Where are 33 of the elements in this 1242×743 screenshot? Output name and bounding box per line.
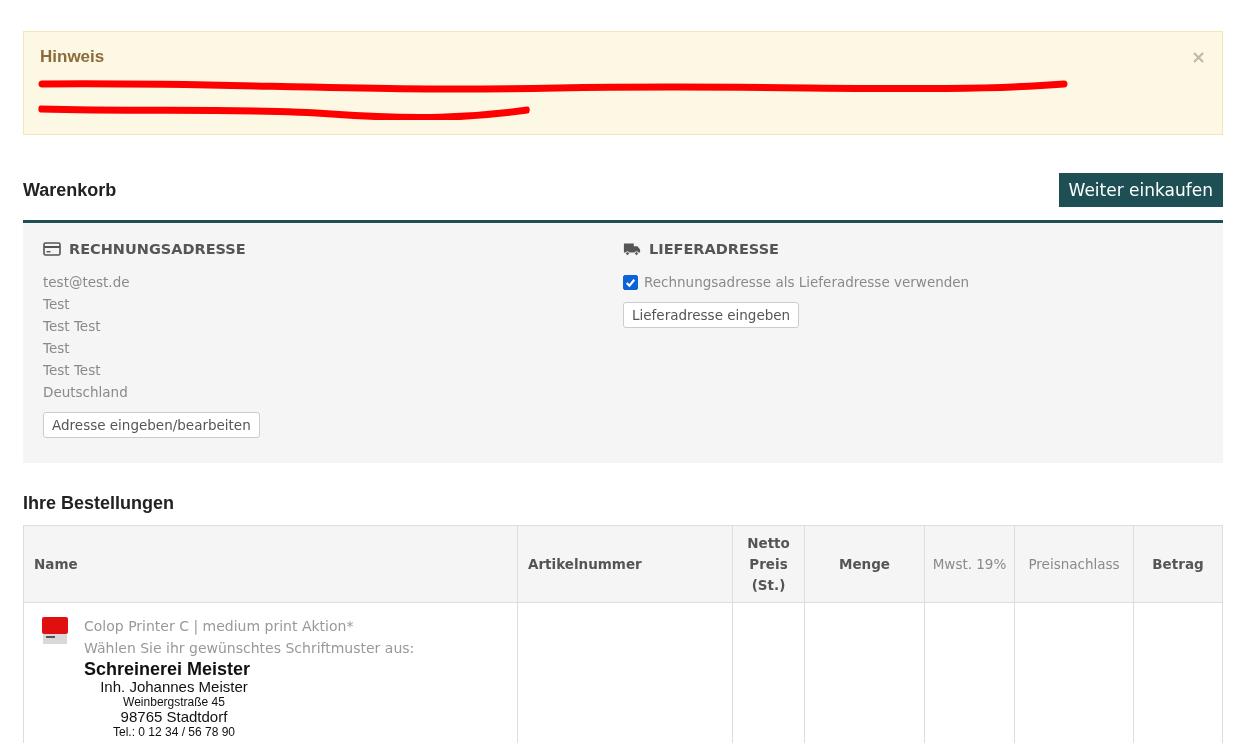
- credit-card-icon: [43, 242, 61, 256]
- product-name: Colop Printer C | medium print Aktion*: [84, 617, 355, 637]
- address-line: Test Test: [43, 361, 102, 380]
- edit-address-button[interactable]: Adresse eingeben/bearbeiten: [43, 412, 260, 438]
- stamp-text: Tel.: 0 12 34 / 56 78 90: [111, 726, 237, 740]
- orders-title: Ihre Bestellungen: [23, 493, 176, 514]
- column-header: Menge: [804, 525, 925, 603]
- notice-title: Hinweis: [40, 46, 105, 67]
- shipping-title: LIEFERADRESSE: [649, 241, 779, 257]
- column-header: Mwst. 19%: [924, 525, 1015, 603]
- billing-title: RECHNUNGSADRESSE: [69, 241, 246, 257]
- truck-icon: [623, 242, 641, 256]
- font-prompt: Wählen Sie ihr gewünschtes Schriftmuster aus:: [84, 639, 415, 658]
- stamp-icon: [40, 615, 70, 647]
- address-line: test@test.de: [43, 273, 131, 292]
- address-line: Deutschland: [43, 383, 129, 402]
- continue-shopping-button[interactable]: Weiter einkaufen: [1058, 173, 1223, 207]
- checkbox[interactable]: [623, 274, 638, 290]
- column-header: Netto Preis (St.): [732, 525, 805, 603]
- address-line: Test: [43, 295, 71, 314]
- column-header: Artikelnummer: [517, 525, 733, 603]
- checkbox-label: Rechnungsadresse als Lieferadresse verwenden: [644, 273, 970, 292]
- stamp-text: Weinbergstraße 45: [122, 695, 226, 710]
- address-line: Test Test: [43, 317, 102, 336]
- shipping-address-button[interactable]: Lieferadresse eingeben: [623, 302, 800, 328]
- cart-title: Warenkorb: [23, 179, 117, 201]
- stamp-text: Schreinerei Meister: [84, 659, 252, 680]
- column-header: Name: [23, 525, 518, 603]
- column-header: Preisnachlass: [1014, 525, 1134, 603]
- column-header: Betrag: [1133, 525, 1223, 603]
- stamp-text: Inh. Johannes Meister: [99, 679, 249, 696]
- address-line: Test: [43, 339, 71, 358]
- stamp-text: 98765 Stadtdorf: [119, 709, 229, 727]
